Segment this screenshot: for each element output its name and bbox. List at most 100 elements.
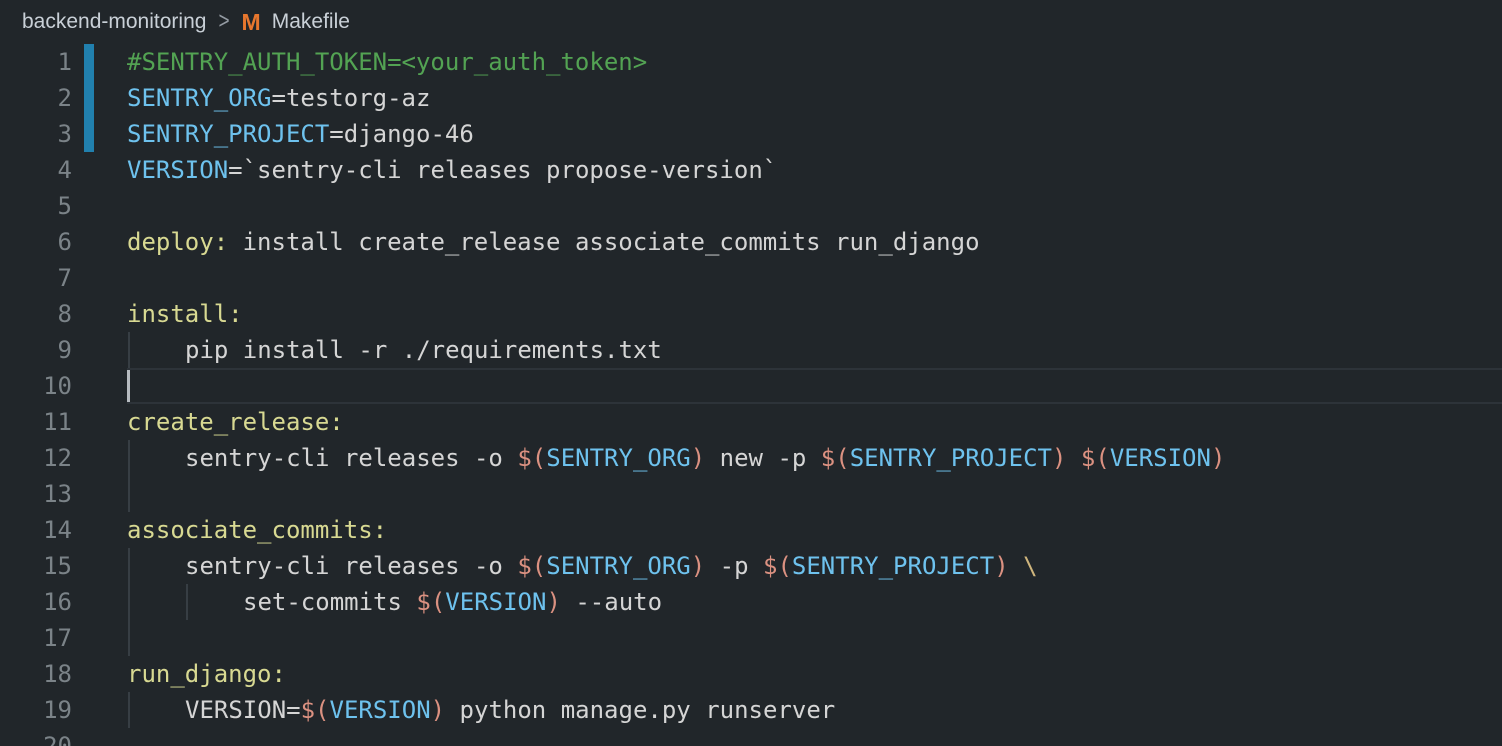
line-content[interactable]: VERSION=$(VERSION) python manage.py runs… <box>127 692 1502 728</box>
line-number[interactable]: 9 <box>0 332 72 368</box>
breadcrumb-folder[interactable]: backend-monitoring <box>22 10 206 34</box>
line-content[interactable]: SENTRY_ORG=testorg-az <box>127 80 1502 116</box>
line-content[interactable]: pip install -r ./requirements.txt <box>127 332 1502 368</box>
gutter-marker-column <box>72 188 127 224</box>
line-content[interactable]: install: <box>127 296 1502 332</box>
code-line[interactable]: 8 install: <box>0 296 1502 332</box>
line-number[interactable]: 6 <box>0 224 72 260</box>
code-area[interactable]: 1 #SENTRY_AUTH_TOKEN=<your_auth_token> 2 SE… <box>0 44 1502 746</box>
line-number[interactable]: 12 <box>0 440 72 476</box>
token-var: SENTRY_ORG <box>546 444 691 472</box>
code-line[interactable]: 4 VERSION=`sentry-cli releases propose-ve… <box>0 152 1502 188</box>
line-number[interactable]: 18 <box>0 656 72 692</box>
token-var: SENTRY_ORG <box>127 84 272 112</box>
code-line[interactable]: 2 SENTRY_ORG=testorg-az <box>0 80 1502 116</box>
token-var: SENTRY_PROJECT <box>792 552 994 580</box>
gutter-marker-column <box>72 656 127 692</box>
code-line[interactable]: 20 <box>0 728 1502 746</box>
line-number[interactable]: 16 <box>0 584 72 620</box>
line-content[interactable] <box>127 188 1502 224</box>
line-content[interactable]: SENTRY_PROJECT=django-46 <box>127 116 1502 152</box>
line-number[interactable]: 17 <box>0 620 72 656</box>
indent-guide <box>128 692 130 728</box>
line-number[interactable]: 13 <box>0 476 72 512</box>
gutter-marker-column <box>72 476 127 512</box>
code-line[interactable]: 1 #SENTRY_AUTH_TOKEN=<your_auth_token> <box>0 44 1502 80</box>
line-number[interactable]: 8 <box>0 296 72 332</box>
code-line[interactable]: 13 <box>0 476 1502 512</box>
line-content[interactable] <box>127 260 1502 296</box>
code-line[interactable]: 7 <box>0 260 1502 296</box>
line-number[interactable]: 1 <box>0 44 72 80</box>
code-line[interactable]: 6 deploy: install create_release associat… <box>0 224 1502 260</box>
code-text: #SENTRY_AUTH_TOKEN=<your_auth_token> <box>127 44 647 80</box>
gutter-marker-column <box>72 368 127 404</box>
gutter-marker-column <box>72 548 127 584</box>
code-text: pip install -r ./requirements.txt <box>127 332 662 368</box>
token-plain: =testorg-az <box>272 84 431 112</box>
code-line[interactable]: 14 associate_commits: <box>0 512 1502 548</box>
code-text: create_release: <box>127 404 344 440</box>
token-punct: $( <box>1081 444 1110 472</box>
code-line[interactable]: 12sentry-cli releases -o $(SENTRY_ORG) n… <box>0 440 1502 476</box>
token-var: SENTRY_PROJECT <box>127 120 329 148</box>
token-punct: ) <box>431 696 445 724</box>
token-target: associate_commits: <box>127 516 387 544</box>
chevron-right-icon: > <box>218 8 229 36</box>
line-content[interactable]: sentry-cli releases -o $(SENTRY_ORG) -p … <box>127 548 1502 584</box>
line-content[interactable] <box>127 368 1502 404</box>
token-punct: $( <box>517 552 546 580</box>
line-content[interactable]: associate_commits: <box>127 512 1502 548</box>
line-number[interactable]: 10 <box>0 368 72 404</box>
code-line[interactable]: 19 VERSION=$(VERSION) python manage.py ru… <box>0 692 1502 728</box>
code-text: VERSION=$(VERSION) python manage.py runs… <box>127 692 835 728</box>
code-line[interactable]: 18 run_django: <box>0 656 1502 692</box>
line-number[interactable]: 14 <box>0 512 72 548</box>
line-number[interactable]: 3 <box>0 116 72 152</box>
line-content[interactable]: #SENTRY_AUTH_TOKEN=<your_auth_token> <box>127 44 1502 80</box>
gutter-marker-column <box>72 296 127 332</box>
line-number[interactable]: 4 <box>0 152 72 188</box>
token-var: VERSION <box>330 696 431 724</box>
code-line[interactable]: 5 <box>0 188 1502 224</box>
line-content[interactable]: run_django: <box>127 656 1502 692</box>
line-content[interactable]: deploy: install create_release associate… <box>127 224 1502 260</box>
breadcrumb-file[interactable]: Makefile <box>272 10 350 34</box>
gutter-marker-column <box>72 728 127 746</box>
line-number[interactable]: 11 <box>0 404 72 440</box>
line-number[interactable]: 7 <box>0 260 72 296</box>
code-line[interactable]: 3 SENTRY_PROJECT=django-46 <box>0 116 1502 152</box>
line-number[interactable]: 20 <box>0 728 72 746</box>
token-plain: pip install -r ./requirements.txt <box>185 336 662 364</box>
code-line[interactable]: 11 create_release: <box>0 404 1502 440</box>
indent-guide <box>128 332 130 368</box>
line-number[interactable]: 19 <box>0 692 72 728</box>
line-content[interactable]: set-commits $(VERSION) --auto <box>127 584 1502 620</box>
line-content[interactable] <box>127 476 1502 512</box>
line-content[interactable] <box>127 728 1502 746</box>
code-line[interactable]: 9 pip install -r ./requirements.txt <box>0 332 1502 368</box>
code-line[interactable]: 10 <box>0 368 1502 404</box>
breadcrumb: backend-monitoring > M Makefile <box>0 0 1502 44</box>
indent-guide <box>128 620 130 656</box>
code-line[interactable]: 17 <box>0 620 1502 656</box>
token-plain: =`sentry-cli releases propose-version` <box>228 156 777 184</box>
line-number[interactable]: 2 <box>0 80 72 116</box>
gutter-marker-column <box>72 620 127 656</box>
token-target: run_django: <box>127 660 286 688</box>
token-punct: ) <box>691 552 705 580</box>
line-content[interactable]: sentry-cli releases -o $(SENTRY_ORG) new… <box>127 440 1502 476</box>
line-number[interactable]: 15 <box>0 548 72 584</box>
token-punct: ) <box>1052 444 1066 472</box>
line-content[interactable]: create_release: <box>127 404 1502 440</box>
line-content[interactable] <box>127 620 1502 656</box>
code-line[interactable]: 15 sentry-cli releases -o $(SENTRY_ORG) -… <box>0 548 1502 584</box>
code-line[interactable]: 16 set-commits $(VERSION) --auto <box>0 584 1502 620</box>
token-plain: set-commits <box>243 588 416 616</box>
line-content[interactable]: VERSION=`sentry-cli releases propose-ver… <box>127 152 1502 188</box>
line-number[interactable]: 5 <box>0 188 72 224</box>
token-var: SENTRY_ORG <box>546 552 691 580</box>
gutter-marker-column <box>72 440 127 476</box>
token-plain: sentry-cli releases -o <box>185 444 517 472</box>
token-target: deploy: <box>127 228 228 256</box>
